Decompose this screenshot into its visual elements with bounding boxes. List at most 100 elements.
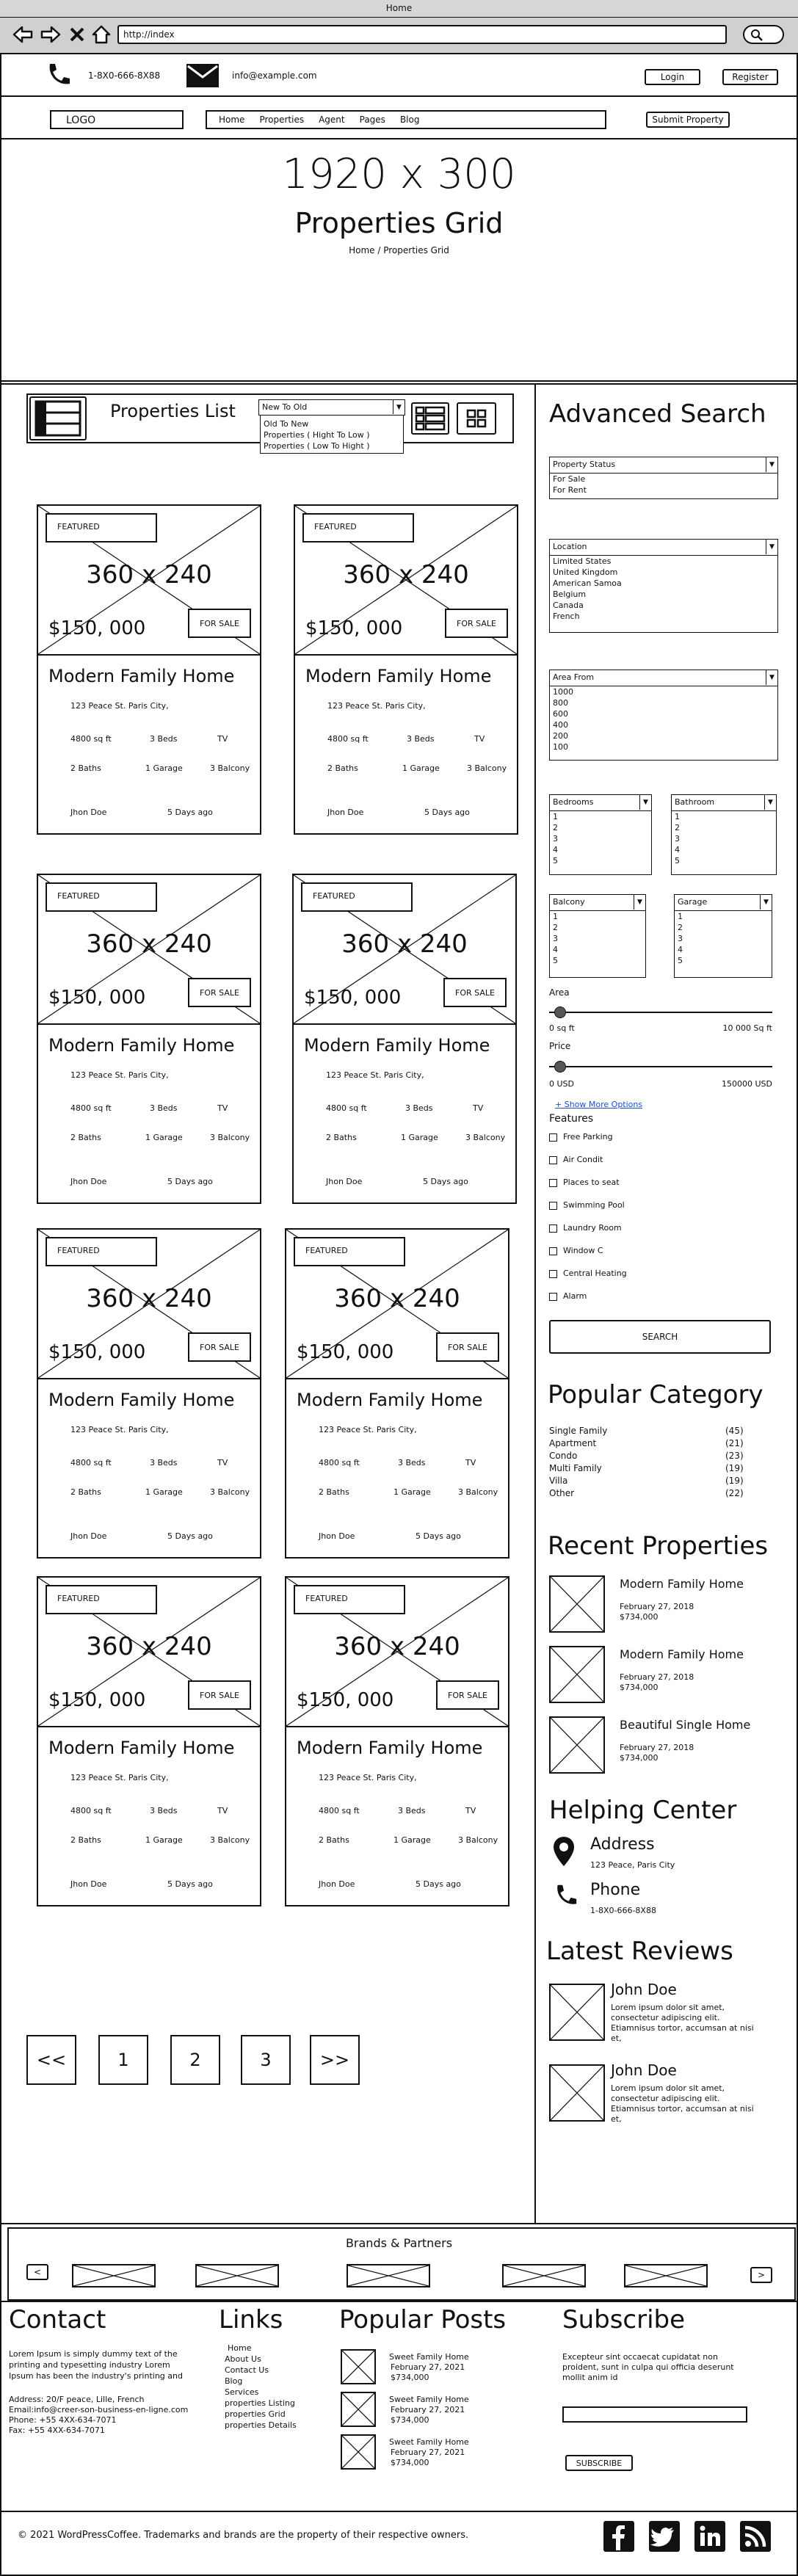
select-option[interactable]: 2: [550, 922, 645, 933]
category-name[interactable]: Condo: [549, 1451, 577, 1461]
checkbox[interactable]: [549, 1201, 557, 1210]
feature-checkbox[interactable]: Free Parking: [549, 1132, 613, 1142]
footer-link[interactable]: Services: [225, 2387, 258, 2397]
login-button[interactable]: Login: [645, 69, 700, 85]
feature-checkbox[interactable]: Air Condit: [549, 1155, 603, 1164]
property-card[interactable]: FEATURED 360 x 240 $150, 000 FOR SALE Modern…: [37, 1228, 261, 1559]
select-option[interactable]: 3: [550, 933, 645, 944]
brand-logo[interactable]: [624, 2264, 708, 2287]
register-button[interactable]: Register: [722, 69, 778, 85]
show-more-options-link[interactable]: + Show More Options: [555, 1100, 642, 1109]
property-image[interactable]: FEATURED 360 x 240 $150, 000 FOR SALE: [286, 1578, 508, 1727]
location-select[interactable]: Location ▼ Limited States United Kingdom Ame…: [549, 539, 778, 633]
twitter-icon[interactable]: [649, 2521, 680, 2552]
select-option[interactable]: Canada: [550, 600, 777, 611]
property-title[interactable]: Modern Family Home: [297, 1390, 482, 1410]
checkbox[interactable]: [549, 1133, 557, 1142]
footer-link[interactable]: properties Details: [225, 2420, 297, 2430]
select-option[interactable]: 2: [675, 922, 772, 933]
select-option[interactable]: French: [550, 611, 777, 622]
select-option[interactable]: 400: [550, 719, 777, 730]
page-button[interactable]: >>: [310, 2035, 360, 2085]
rss-icon[interactable]: [740, 2521, 771, 2552]
nav-item[interactable]: Properties: [259, 115, 304, 125]
select-label[interactable]: Bedrooms: [553, 797, 593, 807]
property-title[interactable]: Modern Family Home: [48, 666, 234, 686]
chevron-down-icon[interactable]: ▼: [393, 400, 405, 414]
category-name[interactable]: Villa: [549, 1476, 567, 1486]
browser-search-box[interactable]: [743, 25, 784, 44]
select-label[interactable]: Area From: [553, 672, 594, 682]
select-option[interactable]: United Kingdom: [550, 567, 777, 578]
property-title[interactable]: Modern Family Home: [304, 1035, 490, 1056]
logo-text[interactable]: LOGO: [66, 115, 95, 126]
select-header[interactable]: Property Status ▼: [550, 457, 777, 474]
select-option[interactable]: 800: [550, 697, 777, 708]
select-option[interactable]: For Rent: [550, 485, 777, 496]
close-icon[interactable]: [69, 26, 85, 43]
chevron-down-icon[interactable]: ▼: [760, 895, 772, 910]
property-card[interactable]: FEATURED 360 x 240 $150, 000 FOR SALE Modern…: [37, 874, 261, 1204]
post-title[interactable]: Sweet Family Home: [389, 2395, 469, 2404]
recent-property-thumbnail[interactable]: [549, 1646, 605, 1703]
page-button[interactable]: 2: [170, 2035, 220, 2085]
footer-link[interactable]: properties Listing: [225, 2398, 295, 2408]
brands-prev-button[interactable]: <: [26, 2264, 48, 2280]
property-title[interactable]: Modern Family Home: [48, 1738, 234, 1758]
balcony-select[interactable]: Balcony ▼ 1 2 3 4 5: [549, 894, 646, 978]
sort-selected[interactable]: New To Old: [262, 402, 307, 412]
property-image[interactable]: FEATURED 360 x 240 $150, 000 FOR SALE: [286, 1230, 508, 1379]
select-option[interactable]: Belgium: [550, 589, 777, 600]
select-header[interactable]: Garage ▼: [675, 895, 772, 911]
select-option[interactable]: 5: [675, 955, 772, 966]
property-title[interactable]: Modern Family Home: [48, 1035, 234, 1056]
logo[interactable]: LOGO: [50, 110, 184, 129]
url-text[interactable]: http://index: [123, 29, 175, 40]
sort-option[interactable]: Old To New: [261, 418, 403, 429]
property-image[interactable]: FEATURED 360 x 240 $150, 000 FOR SALE: [38, 506, 260, 656]
nav-item[interactable]: Blog: [400, 115, 420, 125]
feature-checkbox[interactable]: Window C: [549, 1246, 603, 1255]
select-option[interactable]: 3: [672, 833, 776, 844]
select-option[interactable]: 5: [550, 955, 645, 966]
property-card[interactable]: FEATURED 360 x 240 $150, 000 FOR SALE Modern…: [285, 1228, 509, 1559]
select-option[interactable]: 4: [672, 844, 776, 855]
footer-link[interactable]: Contact Us: [225, 2365, 269, 2375]
page-button[interactable]: 3: [241, 2035, 291, 2085]
feature-checkbox[interactable]: Swimming Pool: [549, 1200, 625, 1210]
nav-item[interactable]: Pages: [360, 115, 385, 125]
property-image[interactable]: FEATURED 360 x 240 $150, 000 FOR SALE: [38, 1578, 260, 1727]
select-label[interactable]: Garage: [678, 897, 707, 907]
list-view-button[interactable]: [411, 402, 449, 435]
select-option[interactable]: 4: [550, 844, 651, 855]
select-option[interactable]: 2: [672, 822, 776, 833]
select-option[interactable]: 4: [550, 944, 645, 955]
sidebar-toggle-button[interactable]: [29, 396, 87, 440]
area-slider[interactable]: [549, 1006, 772, 1018]
property-title[interactable]: Modern Family Home: [297, 1738, 482, 1758]
footer-link[interactable]: About Us: [225, 2354, 261, 2364]
select-header[interactable]: Bedrooms ▼: [550, 795, 651, 811]
recent-property-name[interactable]: Modern Family Home: [620, 1577, 744, 1591]
sort-select[interactable]: New To Old ▼: [258, 399, 405, 416]
back-arrow-icon[interactable]: [12, 25, 34, 44]
garage-select[interactable]: Garage ▼ 1 2 3 4 5: [674, 894, 772, 978]
property-title[interactable]: Modern Family Home: [48, 1390, 234, 1410]
select-label[interactable]: Property Status: [553, 460, 615, 469]
checkbox[interactable]: [549, 1224, 557, 1233]
recent-property-thumbnail[interactable]: [549, 1575, 605, 1633]
select-option[interactable]: 200: [550, 730, 777, 741]
property-image[interactable]: FEATURED 360 x 240 $150, 000 FOR SALE: [38, 1230, 260, 1379]
sort-option[interactable]: Properties ( Low To Hight ): [261, 440, 403, 451]
chevron-down-icon[interactable]: ▼: [766, 540, 777, 554]
select-option[interactable]: 5: [672, 855, 776, 866]
select-label[interactable]: Balcony: [553, 897, 585, 907]
recent-property-thumbnail[interactable]: [549, 1716, 605, 1774]
bedrooms-select[interactable]: Bedrooms ▼ 1 2 3 4 5: [549, 794, 652, 875]
chevron-down-icon[interactable]: ▼: [764, 795, 776, 810]
checkbox[interactable]: [549, 1269, 557, 1278]
property-card[interactable]: FEATURED 360 x 240 $150, 000 FOR SALE Modern…: [285, 1576, 509, 1906]
property-card[interactable]: FEATURED 360 x 240 $150, 000 FOR SALE Modern…: [294, 504, 518, 835]
property-image[interactable]: FEATURED 360 x 240 $150, 000 FOR SALE: [295, 506, 517, 656]
submit-property-button[interactable]: Submit Property: [646, 112, 730, 128]
